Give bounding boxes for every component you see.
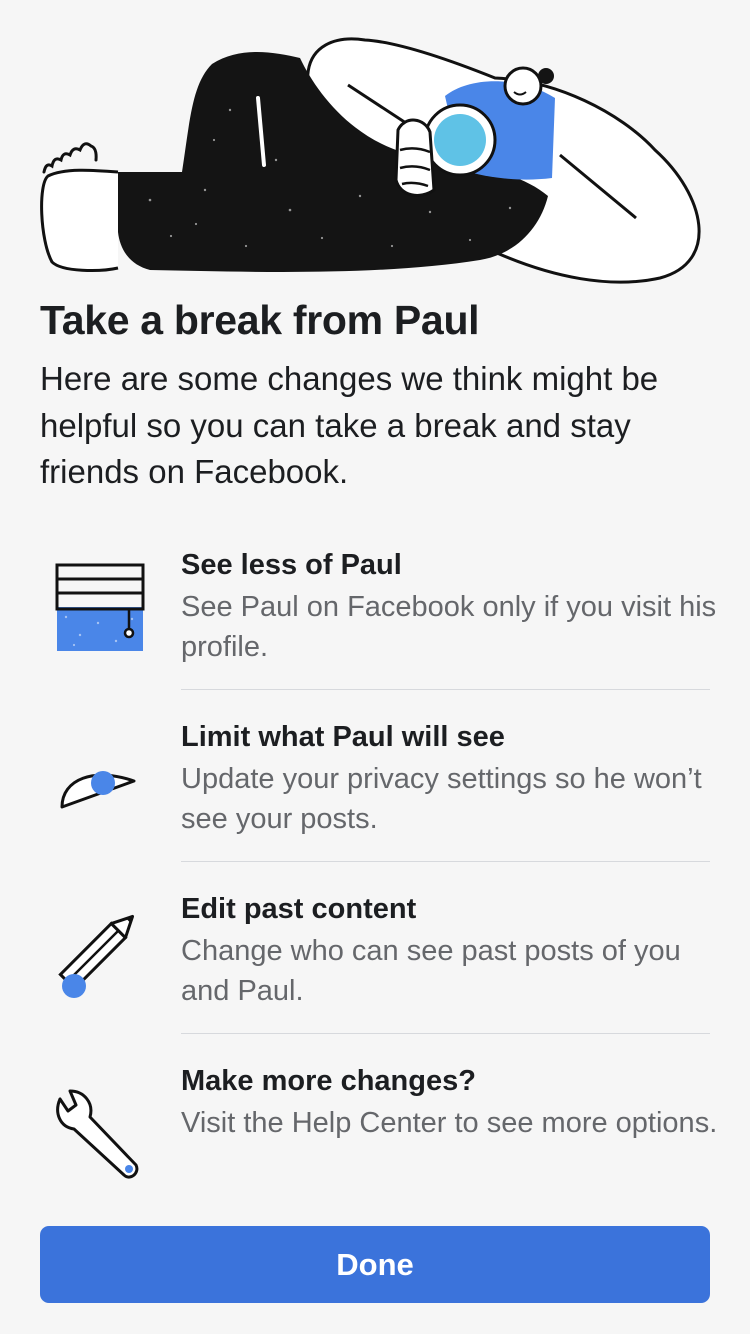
- hero-illustration: [0, 0, 750, 290]
- pencil-icon: [40, 889, 160, 1009]
- option-title: Limit what Paul will see: [181, 721, 505, 753]
- option-description: Update your privacy settings so he won’t…: [181, 763, 702, 835]
- resting-person-illustration: [40, 37, 701, 284]
- option-description: See Paul on Facebook only if you visit h…: [181, 591, 717, 663]
- wrench-icon: [40, 1061, 160, 1181]
- option-see-less[interactable]: See less of Paul See Paul on Facebook on…: [0, 535, 750, 707]
- page-title: Take a break from Paul: [40, 297, 480, 343]
- divider: [181, 861, 710, 862]
- option-description: Visit the Help Center to see more option…: [181, 1107, 718, 1139]
- option-limit-visibility[interactable]: Limit what Paul will see Update your pri…: [0, 707, 750, 879]
- option-title: Edit past content: [181, 893, 417, 925]
- intro-text: Here are some changes we think might be …: [40, 360, 659, 490]
- eye-icon: [40, 717, 160, 837]
- option-title: Make more changes?: [181, 1065, 476, 1097]
- option-more-changes[interactable]: Make more changes? Visit the Help Center…: [0, 1051, 750, 1223]
- option-description: Change who can see past posts of you and…: [181, 935, 681, 1007]
- done-button[interactable]: Done: [40, 1226, 710, 1303]
- divider: [181, 1033, 710, 1034]
- option-edit-past-content[interactable]: Edit past content Change who can see pas…: [0, 879, 750, 1051]
- option-title: See less of Paul: [181, 549, 402, 581]
- divider: [181, 689, 710, 690]
- options-list: See less of Paul See Paul on Facebook on…: [0, 535, 750, 1223]
- window-blinds-icon: [40, 545, 160, 665]
